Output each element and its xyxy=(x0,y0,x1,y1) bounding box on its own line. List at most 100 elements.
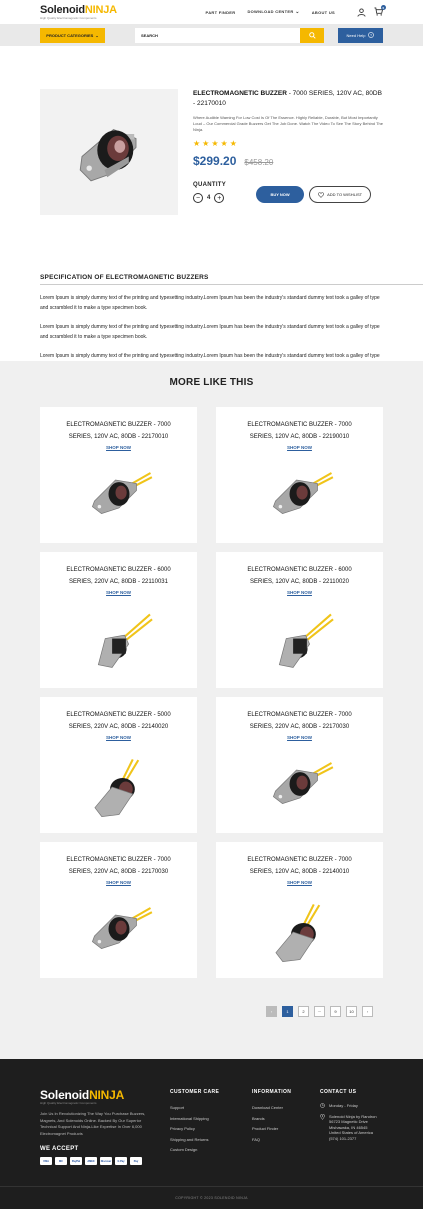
related-product-title-line: SERIES, 220V AC, 80DB - 22140020 xyxy=(68,724,169,730)
shop-now-link[interactable]: SHOP NOW xyxy=(287,445,312,450)
related-product-image[interactable] xyxy=(84,466,154,527)
quantity-value[interactable]: 4 xyxy=(207,195,210,201)
product-image[interactable] xyxy=(40,89,178,215)
cart-count-badge: 0 xyxy=(381,5,386,10)
shop-now-link[interactable]: SHOP NOW xyxy=(287,735,312,740)
footer-link-faq[interactable]: FAQ xyxy=(252,1135,291,1146)
decrease-quantity-button[interactable]: − xyxy=(193,193,203,203)
original-price: $458.20 xyxy=(244,158,274,167)
related-product-title-line: ELECTROMAGNETIC BUZZER - 7000 xyxy=(66,422,171,428)
shop-now-link[interactable]: SHOP NOW xyxy=(106,445,131,450)
footer-link-product-finder[interactable]: Product Finder xyxy=(252,1124,291,1135)
footer-logo-text-accent: NINJA xyxy=(89,1088,125,1102)
footer-link-custom-design[interactable]: Custom Design xyxy=(170,1145,219,1156)
product-description: Where Audible Warning For Low Cost Is Of… xyxy=(193,115,383,132)
related-product-title-line: ELECTROMAGNETIC BUZZER - 6000 xyxy=(66,567,171,573)
related-product-title-line: ELECTROMAGNETIC BUZZER - 5000 xyxy=(66,712,171,718)
shop-now-link[interactable]: SHOP NOW xyxy=(287,880,312,885)
footer-link-support[interactable]: Support xyxy=(170,1103,219,1114)
increase-quantity-button[interactable]: + xyxy=(214,193,225,203)
footer-contact: CONTACT US Monday - Friday Solenoid Ninj… xyxy=(320,1089,390,1146)
related-product-image[interactable] xyxy=(84,756,154,823)
shop-now-link[interactable]: SHOP NOW xyxy=(287,590,312,595)
related-product-card[interactable]: ELECTROMAGNETIC BUZZER - 7000 SERIES, 220… xyxy=(216,697,383,833)
prev-page-button[interactable]: ‹ xyxy=(266,1006,277,1017)
related-product-image[interactable] xyxy=(265,901,335,968)
footer-link-privacy-policy[interactable]: Privacy Policy xyxy=(170,1124,219,1135)
user-icon[interactable] xyxy=(357,7,366,17)
search-bar: PRODUCT CATEGORIES ⌄ SEARCH Need Help ? xyxy=(0,24,423,46)
nav-about-us[interactable]: ABOUT US xyxy=(312,10,335,15)
cart-button[interactable]: 0 xyxy=(374,5,386,17)
related-product-image[interactable] xyxy=(84,901,154,962)
related-product-image[interactable] xyxy=(265,466,335,527)
rating-stars: ★★★★★ xyxy=(193,139,239,148)
related-product-card[interactable]: ELECTROMAGNETIC BUZZER - 5000 SERIES, 220… xyxy=(40,697,197,833)
related-product-title-line: SERIES, 220V AC, 80DB - 22170030 xyxy=(68,869,169,875)
footer-link-international-shipping[interactable]: International Shipping xyxy=(170,1114,219,1125)
next-page-button[interactable]: › xyxy=(362,1006,373,1017)
page-2-button[interactable]: 2 xyxy=(298,1006,309,1017)
add-to-wishlist-button[interactable]: ADD TO WISHLIST xyxy=(309,186,372,203)
search-input[interactable]: SEARCH xyxy=(135,27,300,43)
need-help-label: Need Help xyxy=(346,32,366,38)
search-box: SEARCH xyxy=(135,27,324,43)
nav-download-center-label: DOWNLOAD CENTER xyxy=(247,9,294,14)
shop-now-link[interactable]: SHOP NOW xyxy=(106,590,131,595)
shop-now-link[interactable]: SHOP NOW xyxy=(106,735,131,740)
phone-number[interactable]: (574) 101-2377 xyxy=(329,1136,377,1142)
footer-link-brands[interactable]: Brands xyxy=(252,1114,291,1125)
contact-us-title: CONTACT US xyxy=(320,1089,357,1095)
brand-logo[interactable]: SolenoidNINJA High Quality Electromagnet… xyxy=(40,3,117,20)
footer-logo-text-main: Solenoid xyxy=(40,1088,90,1102)
logo-text-accent: NINJA xyxy=(84,3,117,16)
related-product-card[interactable]: ELECTROMAGNETIC BUZZER - 6000 SERIES, 120… xyxy=(216,552,383,688)
search-icon xyxy=(308,31,316,39)
product-detail: ELECTROMAGNETIC BUZZER - 7000 SERIES, 12… xyxy=(0,46,423,246)
related-product-title: ELECTROMAGNETIC BUZZER - 7000 SERIES, 120… xyxy=(247,419,351,443)
quantity-stepper: − 4 + xyxy=(193,193,226,203)
add-to-wishlist-label: ADD TO WISHLIST xyxy=(327,192,363,197)
quantity-label: QUANTITY xyxy=(193,182,227,188)
nav-download-center[interactable]: DOWNLOAD CENTER ⌄ xyxy=(247,9,299,15)
related-product-image[interactable] xyxy=(265,611,335,678)
google-pay-icon: G Pay xyxy=(115,1157,127,1165)
related-product-title-line: SERIES, 120V AC, 80DB - 22140010 xyxy=(249,869,350,875)
related-product-image[interactable] xyxy=(84,611,154,678)
related-product-title-line: SERIES, 120V AC, 80DB - 22190010 xyxy=(249,434,350,440)
top-header: SolenoidNINJA High Quality Electromagnet… xyxy=(0,0,423,24)
we-accept-title: WE ACCEPT xyxy=(40,1146,79,1152)
related-product-card[interactable]: ELECTROMAGNETIC BUZZER - 7000 SERIES, 120… xyxy=(216,842,383,978)
footer-link-shipping-returns[interactable]: Shipping and Returns xyxy=(170,1135,219,1146)
specification-paragraph: Lorem Ipsum is simply dummy text of the … xyxy=(40,295,380,311)
shop-now-link[interactable]: SHOP NOW xyxy=(106,880,131,885)
footer-link-download-center[interactable]: Download Center xyxy=(252,1103,291,1114)
related-product-card[interactable]: ELECTROMAGNETIC BUZZER - 6000 SERIES, 220… xyxy=(40,552,197,688)
mastercard-icon: MC xyxy=(55,1157,67,1165)
related-product-title: ELECTROMAGNETIC BUZZER - 7000 SERIES, 120… xyxy=(247,854,351,878)
related-product-card[interactable]: ELECTROMAGNETIC BUZZER - 7000 SERIES, 120… xyxy=(40,407,197,543)
related-product-image[interactable] xyxy=(265,756,335,817)
footer-information: INFORMATION Download Center Brands Produ… xyxy=(252,1089,291,1145)
footer-logo[interactable]: SolenoidNINJA High Quality Electromagnet… xyxy=(40,1089,124,1105)
product-categories-button[interactable]: PRODUCT CATEGORIES ⌄ xyxy=(40,27,105,43)
search-button[interactable] xyxy=(300,27,324,43)
page-1-button[interactable]: 1 xyxy=(282,1006,293,1017)
related-product-card[interactable]: ELECTROMAGNETIC BUZZER - 7000 SERIES, 120… xyxy=(216,407,383,543)
related-product-title-line: ELECTROMAGNETIC BUZZER - 7000 xyxy=(247,712,352,718)
paypal-icon: PayPal xyxy=(70,1157,82,1165)
related-product-title-line: ELECTROMAGNETIC BUZZER - 7000 xyxy=(247,422,352,428)
buy-now-button[interactable]: BUY NOW xyxy=(256,186,305,203)
related-product-title: ELECTROMAGNETIC BUZZER - 6000 SERIES, 220… xyxy=(66,564,170,588)
apple-pay-icon: Pay xyxy=(130,1157,142,1165)
need-help-button[interactable]: Need Help ? xyxy=(338,27,383,43)
related-product-card[interactable]: ELECTROMAGNETIC BUZZER - 7000 SERIES, 220… xyxy=(40,842,197,978)
page-10-button[interactable]: 10 xyxy=(346,1006,357,1017)
current-price: $299.20 xyxy=(193,154,237,168)
clock-icon xyxy=(320,1103,325,1108)
product-title: ELECTROMAGNETIC BUZZER - 7000 SERIES, 12… xyxy=(193,89,383,109)
site-footer: SolenoidNINJA High Quality Electromagnet… xyxy=(0,1059,423,1209)
nav-part-finder[interactable]: PART FINDER xyxy=(206,10,236,15)
pagination: ‹ 1 2 ··· 9 10 › xyxy=(266,1006,373,1017)
page-9-button[interactable]: 9 xyxy=(330,1006,341,1017)
